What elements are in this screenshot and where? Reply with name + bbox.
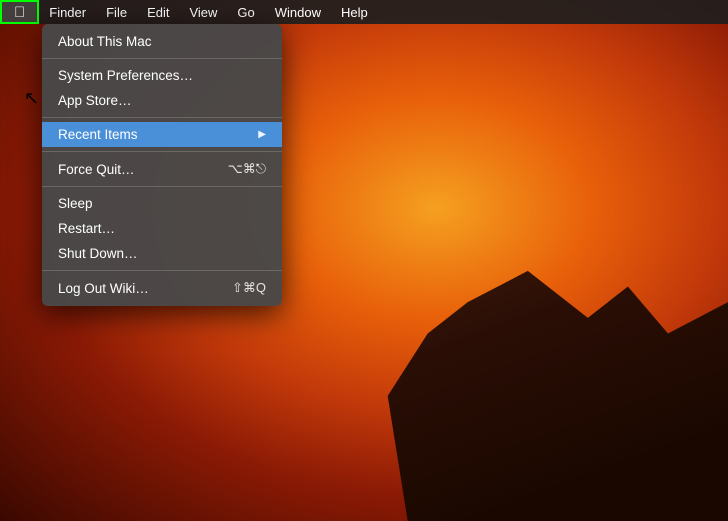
system-preferences-item[interactable]: System Preferences… (42, 63, 282, 88)
shutdown-item[interactable]: Shut Down… (42, 241, 282, 266)
apple-logo-icon:  (14, 4, 25, 21)
menu-bar:  Finder File Edit View Go Window Help (0, 0, 728, 24)
apple-dropdown-menu: About This Mac System Preferences… App S… (42, 24, 282, 306)
go-menu[interactable]: Go (227, 0, 264, 24)
logout-item[interactable]: Log Out Wiki… ⇧⌘Q (42, 275, 282, 301)
logout-shortcut: ⇧⌘Q (232, 280, 266, 296)
submenu-arrow-icon: ▶ (258, 129, 266, 140)
force-quit-item[interactable]: Force Quit… ⌥⌘⎋ (42, 156, 282, 182)
separator-5 (42, 270, 282, 271)
about-this-mac-item[interactable]: About This Mac (42, 29, 282, 54)
help-menu[interactable]: Help (331, 0, 378, 24)
file-menu[interactable]: File (96, 0, 137, 24)
view-menu[interactable]: View (179, 0, 227, 24)
separator-2 (42, 117, 282, 118)
separator-1 (42, 58, 282, 59)
finder-menu[interactable]: Finder (39, 0, 96, 24)
separator-3 (42, 151, 282, 152)
sleep-item[interactable]: Sleep (42, 191, 282, 216)
app-store-item[interactable]: App Store… (42, 88, 282, 113)
window-menu[interactable]: Window (265, 0, 331, 24)
restart-item[interactable]: Restart… (42, 216, 282, 241)
recent-items-item[interactable]: Recent Items ▶ (42, 122, 282, 147)
force-quit-shortcut: ⌥⌘⎋ (228, 161, 266, 177)
edit-menu[interactable]: Edit (137, 0, 179, 24)
apple-menu-button[interactable]:  (0, 0, 39, 24)
separator-4 (42, 186, 282, 187)
